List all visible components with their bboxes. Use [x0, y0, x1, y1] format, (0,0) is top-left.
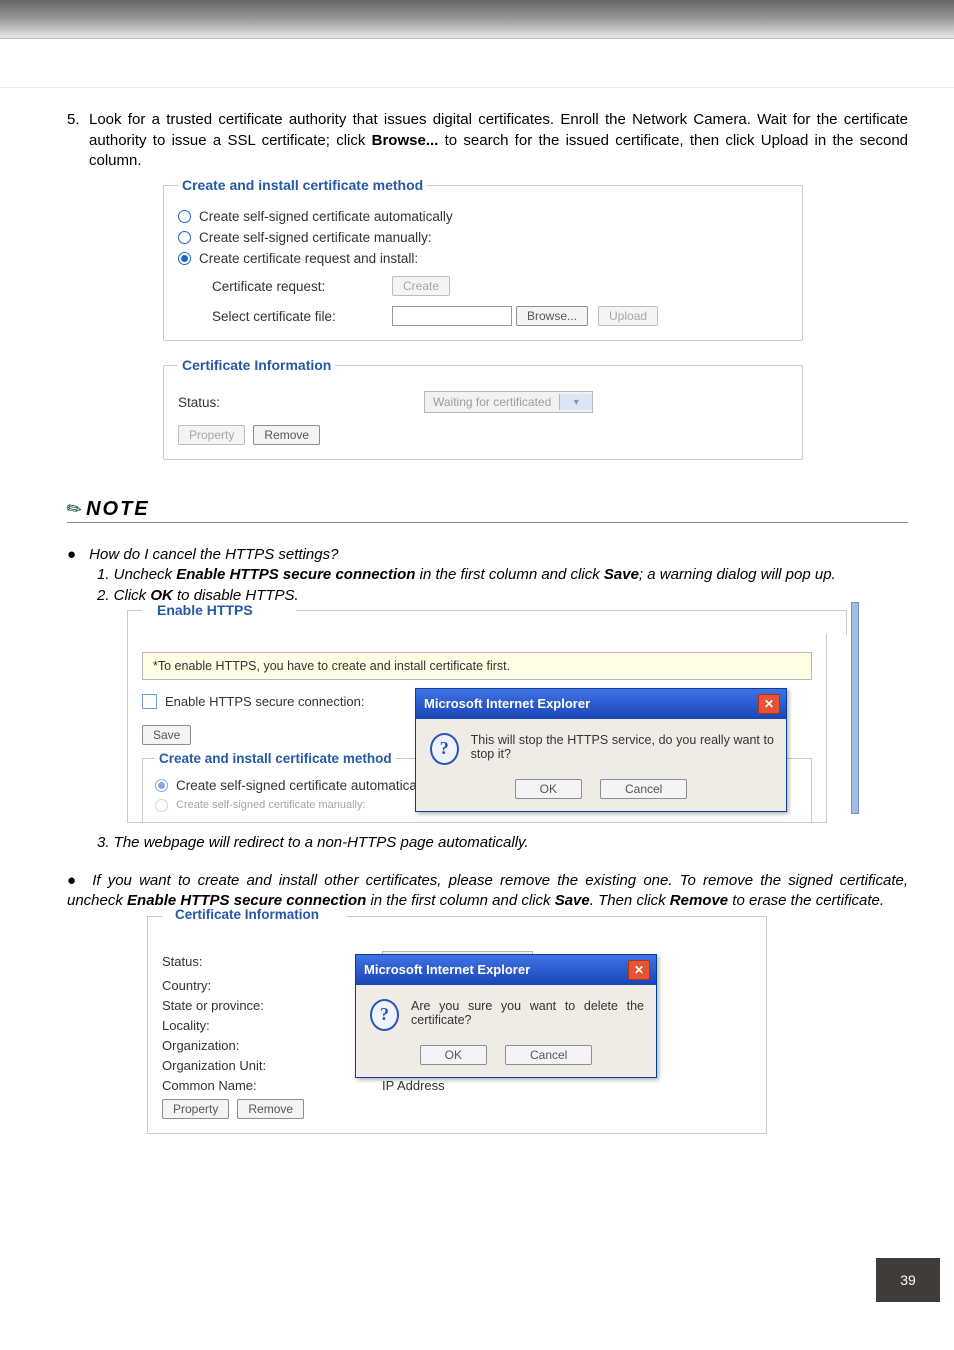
figure-create-method: Create and install certificate method Cr…: [163, 177, 803, 341]
radio-icon: [178, 231, 191, 244]
t: Save: [604, 566, 639, 583]
t: in the first column and click: [415, 566, 603, 583]
checkbox-label: Enable HTTPS secure connection:: [165, 694, 364, 709]
radio-icon-selected: [178, 252, 191, 265]
state-label: State or province:: [162, 998, 382, 1013]
radio-auto-label-2: Create self-signed certificate automatic…: [176, 778, 430, 793]
question-icon: ?: [370, 999, 399, 1031]
ok-button[interactable]: OK: [515, 779, 582, 799]
note-label: NOTE: [86, 498, 150, 521]
radio-request[interactable]: Create certificate request and install:: [178, 251, 788, 266]
cert-info-legend-2: Certificate Information: [169, 907, 325, 922]
chevron-down-icon: ▾: [559, 394, 592, 410]
create-method-legend: Create and install certificate method: [178, 177, 427, 193]
t: 2. Click: [97, 587, 150, 604]
figure-enable-https: Enable HTTPS *To enable HTTPS, you have …: [127, 610, 847, 823]
remove-button[interactable]: Remove: [237, 1099, 304, 1119]
upload-button[interactable]: Upload: [598, 306, 658, 326]
browse-bold: Browse...: [372, 132, 439, 149]
locality-label: Locality:: [162, 1018, 382, 1033]
property-button[interactable]: Property: [162, 1099, 229, 1119]
remove-button[interactable]: Remove: [253, 425, 320, 445]
page-footer: 39: [0, 1252, 954, 1302]
t: . Then click: [590, 892, 670, 909]
bullet-icon: ●: [67, 546, 85, 563]
select-file-label: Select certificate file:: [212, 309, 392, 324]
radio-manual-label: Create self-signed certificate manually:: [199, 230, 432, 245]
page-number: 39: [876, 1258, 940, 1302]
cn-label: Common Name:: [162, 1078, 382, 1093]
page-content: 5. Look for a trusted certificate author…: [0, 88, 954, 1212]
radio-icon: [178, 210, 191, 223]
info-bar: *To enable HTTPS, you have to create and…: [142, 652, 812, 680]
t: to erase the certificate.: [728, 892, 884, 909]
step-number: 5.: [67, 110, 89, 130]
inner-legend: Create and install certificate method: [155, 751, 396, 766]
ie-dialog-delete-cert: Microsoft Internet Explorer ✕ ? Are you …: [355, 954, 657, 1078]
q1-step3: 3. The webpage will redirect to a non-HT…: [97, 833, 908, 853]
ok-button[interactable]: OK: [420, 1045, 487, 1065]
radio-icon: [155, 799, 168, 812]
t: Enable HTTPS secure connection: [176, 566, 415, 583]
radio-manual-cut-label: Create self-signed certificate manually:: [176, 799, 366, 811]
t: 1. Uncheck: [97, 566, 176, 583]
close-icon[interactable]: ✕: [758, 694, 780, 714]
q1-step1: 1. Uncheck Enable HTTPS secure connectio…: [97, 565, 908, 585]
scrollbar-fragment: [851, 602, 859, 814]
radio-auto[interactable]: Create self-signed certificate automatic…: [178, 209, 788, 224]
select-file-row: Select certificate file: Browse... Uploa…: [212, 306, 788, 326]
figure-cert-info-2: Certificate Information Status: Active ▾…: [147, 916, 767, 1134]
t: in the first column and click: [366, 892, 554, 909]
status-label: Status:: [162, 954, 382, 969]
org-label: Organization:: [162, 1038, 382, 1053]
create-button[interactable]: Create: [392, 276, 450, 296]
cn-value: IP Address: [382, 1078, 445, 1093]
step-5: 5. Look for a trusted certificate author…: [67, 110, 908, 171]
question-icon: ?: [430, 733, 459, 765]
ie-dialog-stop-https: Microsoft Internet Explorer ✕ ? This wil…: [415, 688, 787, 812]
orgunit-label: Organization Unit:: [162, 1058, 382, 1073]
radio-request-label: Create certificate request and install:: [199, 251, 418, 266]
dialog-title: Microsoft Internet Explorer: [424, 696, 590, 711]
q1-title: How do I cancel the HTTPS settings?: [89, 546, 338, 563]
file-input[interactable]: [392, 306, 512, 326]
status-dropdown: Waiting for certificated ▾: [424, 391, 593, 413]
pen-icon: ✎: [62, 497, 86, 523]
status-label: Status:: [178, 395, 424, 410]
cert-request-label: Certificate request:: [212, 279, 392, 294]
status-value: Waiting for certificated: [425, 395, 559, 409]
close-icon[interactable]: ✕: [628, 960, 650, 980]
dialog-title: Microsoft Internet Explorer: [364, 962, 530, 977]
t: ; a warning dialog will pop up.: [639, 566, 836, 583]
t: Save: [555, 892, 590, 909]
checkbox-icon: [142, 694, 157, 709]
property-button[interactable]: Property: [178, 425, 245, 445]
radio-auto-label: Create self-signed certificate automatic…: [199, 209, 453, 224]
radio-manual[interactable]: Create self-signed certificate manually:: [178, 230, 788, 245]
dialog-message: This will stop the HTTPS service, do you…: [471, 733, 774, 765]
cancel-button[interactable]: Cancel: [505, 1045, 592, 1065]
cancel-button[interactable]: Cancel: [600, 779, 687, 799]
radio-icon: [155, 779, 168, 792]
note-divider: ✎ NOTE: [67, 496, 908, 523]
cert-info-legend: Certificate Information: [178, 357, 335, 373]
cert-request-row: Certificate request: Create: [212, 276, 788, 296]
t: Remove: [670, 892, 728, 909]
q2-text: If you want to create and install other …: [67, 872, 908, 909]
enable-https-legend: Enable HTTPS: [151, 602, 259, 618]
header-spacer: [0, 39, 954, 88]
bullet-icon: ●: [67, 872, 85, 889]
dialog-message: Are you sure you want to delete the cert…: [411, 999, 644, 1031]
country-label: Country:: [162, 978, 382, 993]
browse-button[interactable]: Browse...: [516, 306, 588, 326]
save-button[interactable]: Save: [142, 725, 191, 745]
figure-cert-info-1: Certificate Information Status: Waiting …: [163, 357, 803, 460]
header-gradient: [0, 0, 954, 39]
